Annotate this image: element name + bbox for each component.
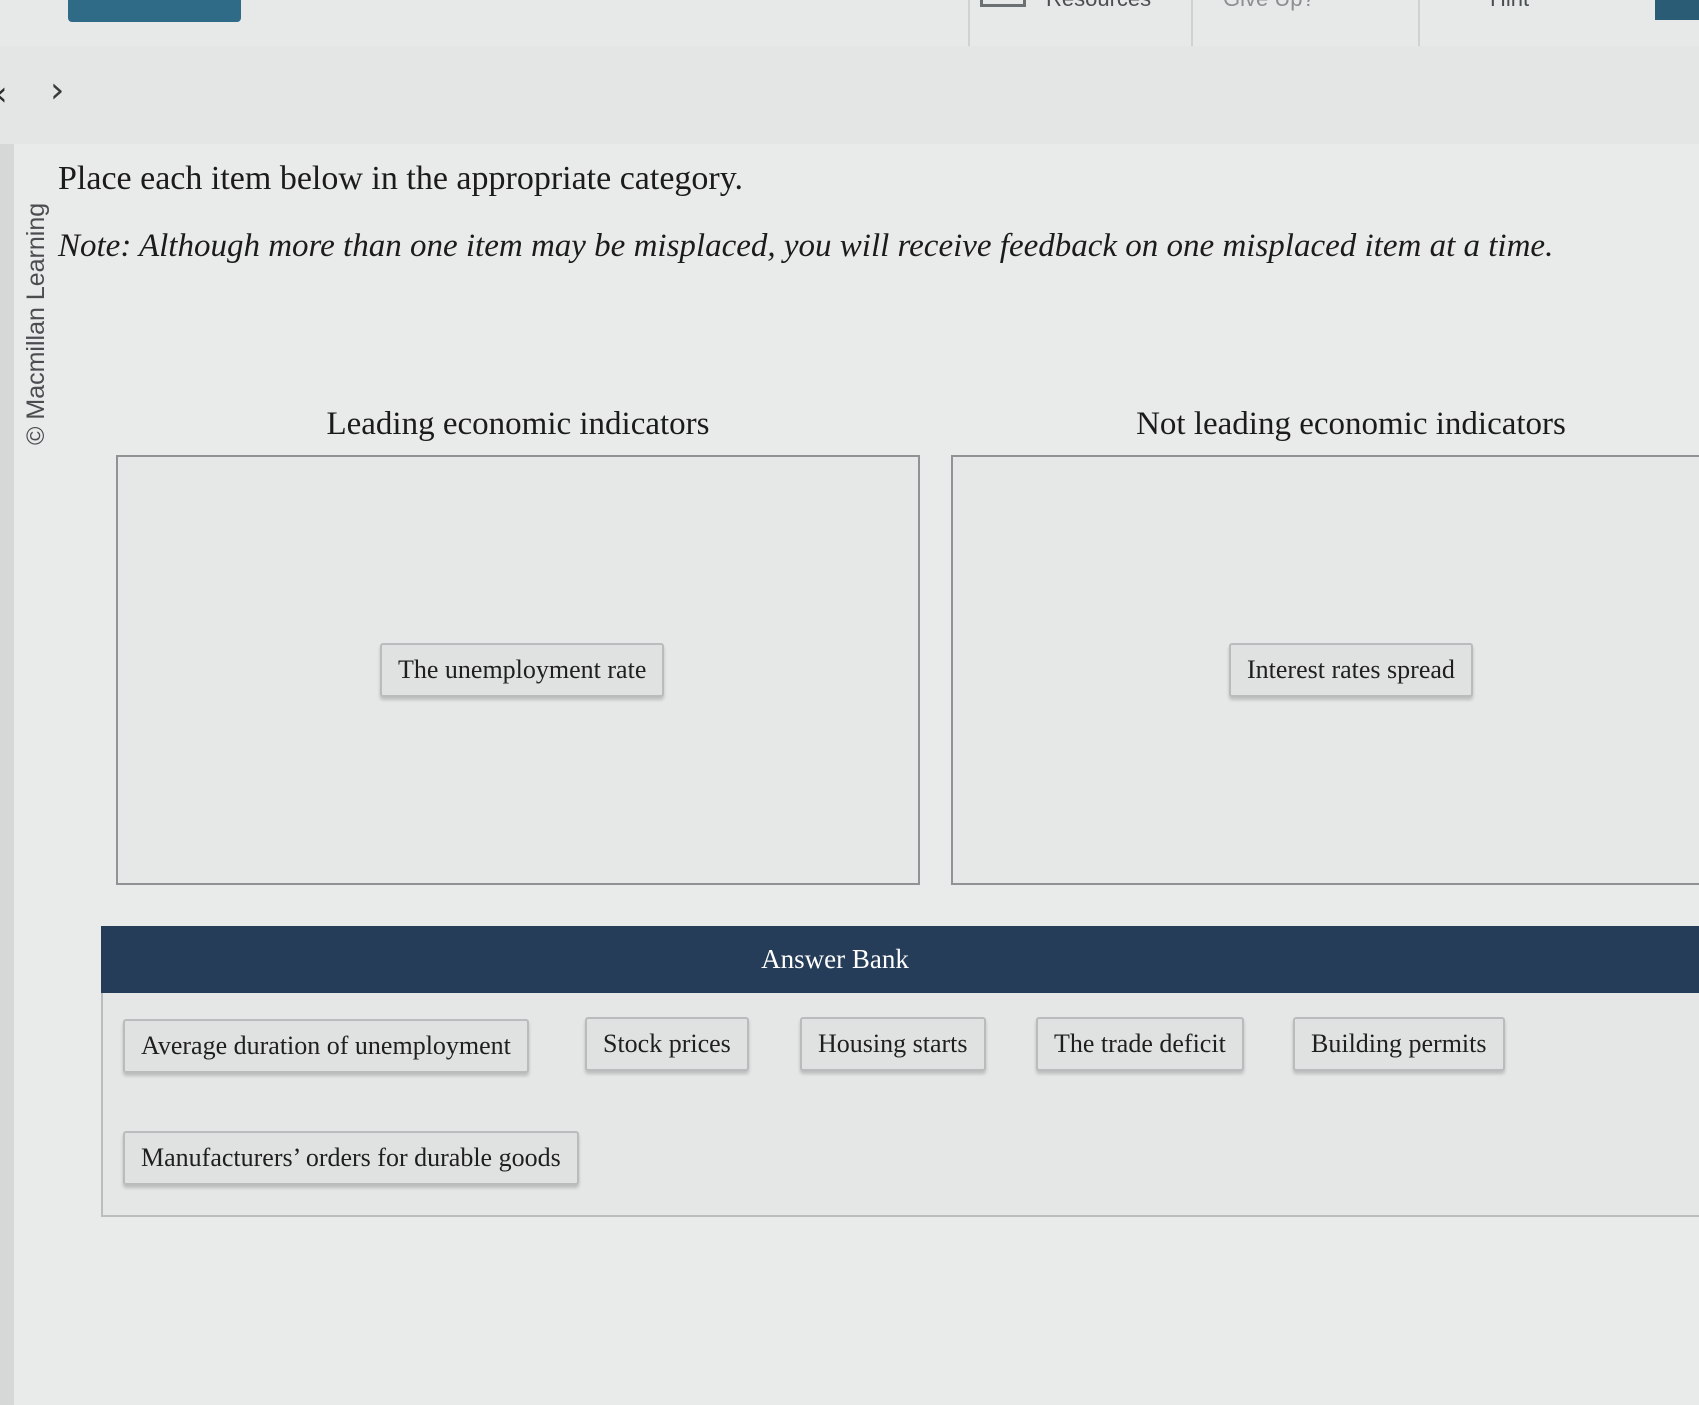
answer-item-chip[interactable]: Housing starts <box>800 1017 986 1071</box>
answer-item-chip[interactable]: The trade deficit <box>1036 1017 1244 1071</box>
copyright-text: © Macmillan Learning <box>22 202 50 445</box>
category-title-not-leading: Not leading economic indicators <box>1136 406 1566 442</box>
hint-label: Hint <box>1490 0 1529 12</box>
placed-item-chip[interactable]: Interest rates spread <box>1229 643 1473 697</box>
answer-bank[interactable]: Average duration of unemployment Stock p… <box>101 993 1699 1217</box>
answer-bank-header: Answer Bank <box>101 926 1699 993</box>
toolbar-edge <box>1655 0 1699 20</box>
placed-item-chip[interactable]: The unemployment rate <box>380 643 665 697</box>
category-dropzone-not-leading[interactable]: Interest rates spread <box>951 455 1699 885</box>
hint-tab[interactable]: Hint <box>1418 0 1648 46</box>
category-title-leading: Leading economic indicators <box>326 406 710 442</box>
answer-item-chip[interactable]: Average duration of unemployment <box>123 1019 529 1073</box>
category-dropzone-leading[interactable]: The unemployment rate <box>116 455 920 885</box>
resources-icon <box>980 0 1026 7</box>
question-nav: ‹ › <box>0 46 1699 144</box>
instructions-text: Place each item below in the appropriate… <box>58 160 744 197</box>
resources-tab[interactable]: Resources <box>968 0 1193 46</box>
previous-question-icon[interactable]: ‹ <box>0 74 8 114</box>
top-toolbar: Resources Give Up? Hint <box>0 0 1699 48</box>
primary-action-button[interactable] <box>68 0 241 22</box>
answer-item-chip[interactable]: Building permits <box>1293 1017 1505 1071</box>
note-text: Note: Although more than one item may be… <box>58 228 1554 264</box>
answer-item-chip[interactable]: Stock prices <box>585 1017 749 1071</box>
give-up-label: Give Up? <box>1223 0 1315 12</box>
next-question-icon[interactable]: › <box>50 70 64 111</box>
resources-label: Resources <box>1046 0 1151 12</box>
give-up-tab[interactable]: Give Up? <box>1191 0 1420 46</box>
answer-item-chip[interactable]: Manufacturers’ orders for durable goods <box>123 1131 579 1185</box>
